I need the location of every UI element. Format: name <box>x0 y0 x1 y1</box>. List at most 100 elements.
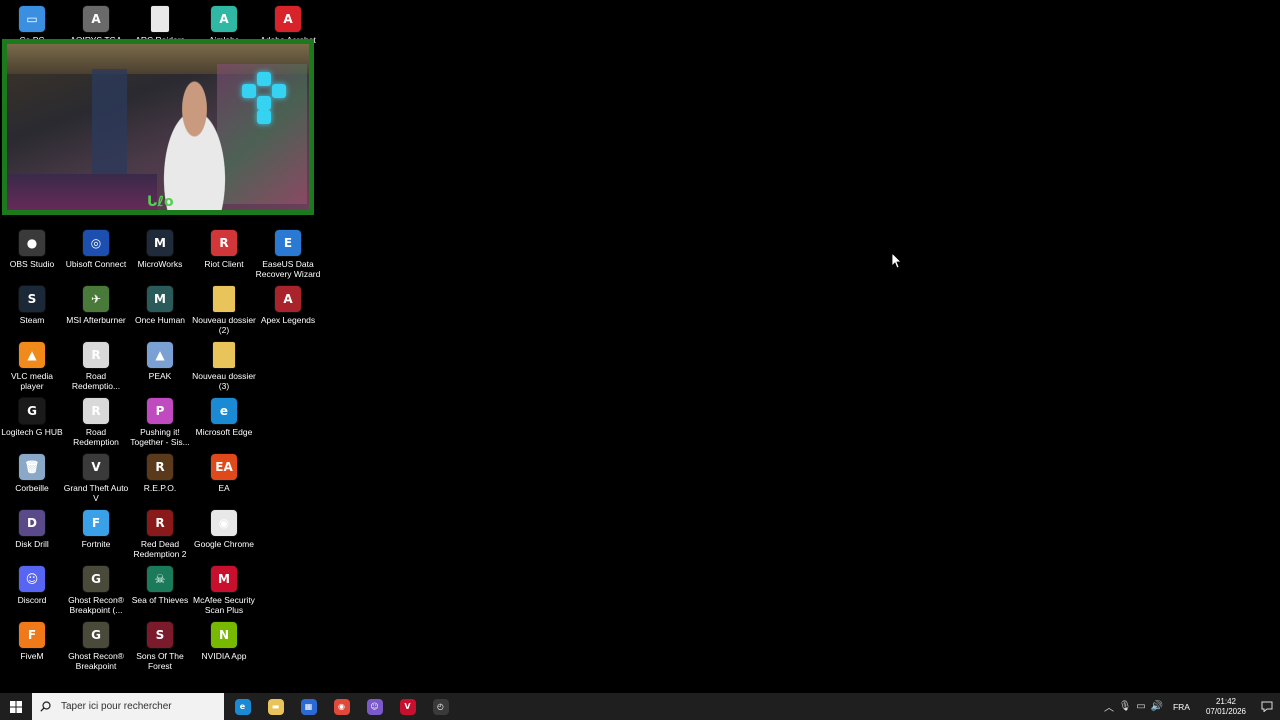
hex-light-icon <box>242 84 256 98</box>
desktop-shortcut-label: Grand Theft Auto V <box>63 483 129 503</box>
desktop-shortcut[interactable]: R Riot Client <box>192 228 256 282</box>
desktop-shortcut[interactable]: ◎ Ubisoft Connect <box>64 228 128 282</box>
desktop-shortcut[interactable]: Nouveau dossier (2) <box>192 284 256 338</box>
volume-icon[interactable]: 🔊 <box>1149 693 1165 720</box>
pushing-it-icon: P <box>147 398 173 424</box>
desktop-shortcut[interactable]: D Disk Drill <box>0 508 64 562</box>
webcam-desk <box>7 174 157 210</box>
desktop-shortcut[interactable]: G Logitech G HUB <box>0 396 64 450</box>
disk-drill-icon: D <box>19 510 45 536</box>
desktop-shortcut-label: EaseUS Data Recovery Wizard <box>255 259 321 279</box>
desktop-shortcut-label: MSI Afterburner <box>66 315 126 325</box>
desktop-shortcut[interactable]: EA EA <box>192 452 256 506</box>
taskbar-pinned-app[interactable]: V <box>391 693 424 720</box>
desktop-shortcut[interactable]: M Once Human <box>128 284 192 338</box>
webcam-feed: ᒐℓᴏ <box>7 44 309 210</box>
desktop-shortcut[interactable]: S Steam <box>0 284 64 338</box>
desktop-shortcut-label: Nouveau dossier (3) <box>192 371 256 391</box>
network-icon[interactable]: ▭ <box>1133 693 1149 720</box>
desktop-shortcut-label: Once Human <box>134 315 186 325</box>
desktop-shortcut[interactable]: ☺ Discord <box>0 564 64 618</box>
recycle-bin-icon: 🗑 <box>19 454 45 480</box>
desktop-shortcut-label: Riot Client <box>204 259 244 269</box>
desktop-shortcut[interactable]: R Red Dead Redemption 2 <box>128 508 192 562</box>
clock[interactable]: 21:42 07/01/2026 <box>1198 697 1254 717</box>
ghub-icon: G <box>19 398 45 424</box>
pinned-apps: e ▬ ▦ ◉ ☺ V ◴ <box>226 693 457 720</box>
taskbar: Taper ici pour rechercher e ▬ ▦ ◉ ☺ V ◴ ︿ 🎙 ▭ … <box>0 693 1280 720</box>
desktop-shortcut-label: Pushing it! Together - Sis... <box>130 427 190 447</box>
discord-bot-icon: ☺ <box>366 698 383 715</box>
desktop-shortcut[interactable]: ▲ PEAK <box>128 340 192 394</box>
nvidia-icon: N <box>211 622 237 648</box>
microphone-icon[interactable]: 🎙 <box>1117 693 1133 720</box>
desktop-shortcut[interactable]: A Apex Legends <box>256 284 320 338</box>
taskbar-pinned-app[interactable]: ☺ <box>358 693 391 720</box>
desktop-shortcut[interactable]: F Fortnite <box>64 508 128 562</box>
desktop-shortcut[interactable]: Nouveau dossier (3) <box>192 340 256 394</box>
taskbar-pinned-app[interactable]: ◉ <box>325 693 358 720</box>
desktop-shortcut-label: R.E.P.O. <box>143 483 177 493</box>
acrobat-icon: A <box>275 6 301 32</box>
desktop-shortcut[interactable]: ✈ MSI Afterburner <box>64 284 128 338</box>
desktop-shortcut-label: NVIDIA App <box>201 651 247 661</box>
store-icon: ▦ <box>300 698 317 715</box>
desktop-shortcut[interactable]: G Ghost Recon® Breakpoint <box>64 620 128 674</box>
desktop-shortcut[interactable]: N NVIDIA App <box>192 620 256 674</box>
taskbar-pinned-app[interactable]: ◴ <box>424 693 457 720</box>
start-button[interactable] <box>0 693 32 720</box>
windows-logo-icon <box>10 700 22 713</box>
desktop-shortcut[interactable]: ▲ VLC media player <box>0 340 64 394</box>
repo-icon: R <box>147 454 173 480</box>
discord-icon: ☺ <box>19 566 45 592</box>
desktop-shortcut[interactable]: M McAfee Security Scan Plus <box>192 564 256 618</box>
folder-icon <box>213 286 235 312</box>
language-indicator[interactable]: FRA <box>1165 702 1198 712</box>
chrome-icon: ◉ <box>211 510 237 536</box>
fortnite-icon: F <box>83 510 109 536</box>
file-explorer-icon: ▬ <box>267 698 284 715</box>
desktop-shortcut[interactable]: 🗑 Corbeille <box>0 452 64 506</box>
desktop-shortcut[interactable]: F FiveM <box>0 620 64 674</box>
taskbar-pinned-app[interactable]: e <box>226 693 259 720</box>
hex-light-icon <box>257 96 271 110</box>
desktop-shortcut[interactable]: G Ghost Recon® Breakpoint (... <box>64 564 128 618</box>
chevron-up-icon[interactable]: ︿ <box>1101 693 1117 720</box>
desktop-shortcut[interactable]: M MicroWorks <box>128 228 192 282</box>
desktop-shortcut-label: Disk Drill <box>15 539 49 549</box>
desktop-shortcut[interactable]: R Road Redemption <box>64 396 128 450</box>
desktop-shortcut-label: Ghost Recon® Breakpoint (... <box>68 595 124 615</box>
desktop-shortcut[interactable]: V Grand Theft Auto V <box>64 452 128 506</box>
desktop-shortcut[interactable]: e Microsoft Edge <box>192 396 256 450</box>
ghost-recon-icon: G <box>83 566 109 592</box>
edge-icon: e <box>211 398 237 424</box>
taskbar-pinned-app[interactable]: ▬ <box>259 693 292 720</box>
ubisoft-icon: ◎ <box>83 230 109 256</box>
desktop-shortcut[interactable]: P Pushing it! Together - Sis... <box>128 396 192 450</box>
desktop-shortcut[interactable]: ● OBS Studio <box>0 228 64 282</box>
aqirys-icon: A <box>83 6 109 32</box>
aimlabs-icon: A <box>211 6 237 32</box>
desktop-shortcut-label: Ghost Recon® Breakpoint <box>68 651 124 671</box>
afterburner-icon: ✈ <box>83 286 109 312</box>
desktop-shortcut[interactable]: ◉ Google Chrome <box>192 508 256 562</box>
desktop-shortcut-label: McAfee Security Scan Plus <box>193 595 255 615</box>
ea-icon: EA <box>211 454 237 480</box>
desktop-shortcut[interactable]: S Sons Of The Forest <box>128 620 192 674</box>
taskbar-search-box[interactable]: Taper ici pour rechercher <box>32 693 224 720</box>
notification-center-button[interactable] <box>1254 693 1280 720</box>
taskbar-pinned-app[interactable]: ▦ <box>292 693 325 720</box>
desktop-shortcut-label: FiveM <box>20 651 44 661</box>
desktop-shortcut-label: Fortnite <box>81 539 111 549</box>
desktop-shortcut-label: OBS Studio <box>9 259 55 269</box>
desktop-shortcut-label: PEAK <box>148 371 172 381</box>
desktop-shortcut[interactable]: E EaseUS Data Recovery Wizard <box>256 228 320 282</box>
desktop-shortcut[interactable]: ☠ Sea of Thieves <box>128 564 192 618</box>
apex-icon: A <box>275 286 301 312</box>
desktop-shortcut[interactable]: R Road Redemptio... <box>64 340 128 394</box>
mcafee-icon: M <box>211 566 237 592</box>
microworks-icon: M <box>147 230 173 256</box>
peak-icon: ▲ <box>147 342 173 368</box>
gta-icon: V <box>83 454 109 480</box>
desktop-shortcut[interactable]: R R.E.P.O. <box>128 452 192 506</box>
